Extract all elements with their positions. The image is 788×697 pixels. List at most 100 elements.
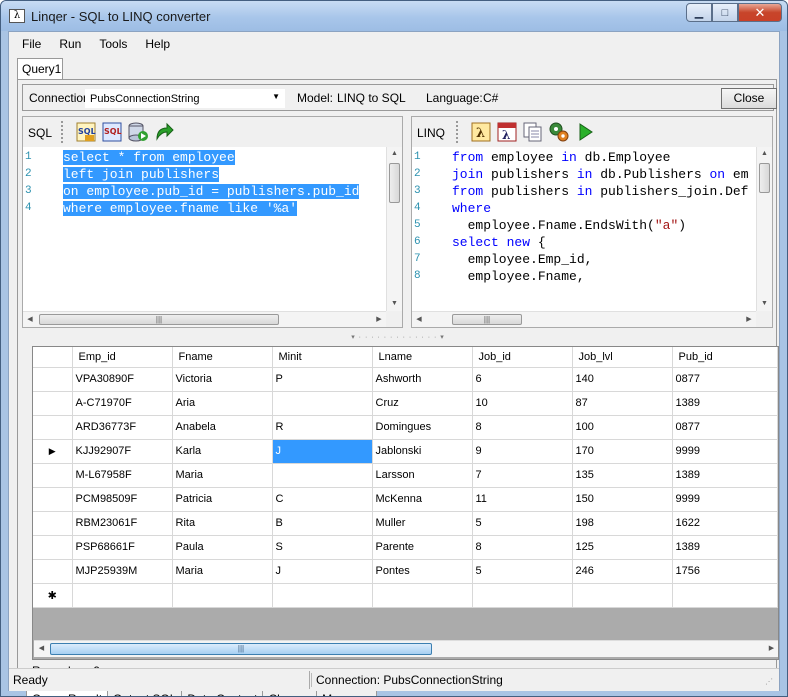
table-cell[interactable]: B xyxy=(272,511,373,536)
table-cell[interactable]: 10 xyxy=(472,391,573,416)
scroll-thumb[interactable]: ||| xyxy=(50,643,432,655)
table-row[interactable]: M-L67958F Maria Larsson 7 135 1389 xyxy=(33,463,778,488)
table-cell[interactable]: 11 xyxy=(472,487,573,512)
scroll-left-icon[interactable]: ◀ xyxy=(412,312,426,327)
maximize-button[interactable]: □ xyxy=(712,3,738,22)
convert-arrow-icon[interactable] xyxy=(153,121,175,143)
scroll-down-icon[interactable]: ▼ xyxy=(387,297,402,311)
table-cell[interactable]: 125 xyxy=(572,535,673,560)
scroll-thumb[interactable] xyxy=(389,163,400,203)
lambda-document-icon[interactable]: λ xyxy=(496,121,518,143)
new-row[interactable]: ✱ xyxy=(33,583,778,608)
table-cell[interactable]: RBM23061F xyxy=(72,511,173,536)
scroll-left-icon[interactable]: ◀ xyxy=(34,641,49,657)
column-header-fname[interactable]: Fname xyxy=(172,347,273,368)
row-header[interactable] xyxy=(33,415,73,440)
sql-code-area[interactable]: 1 2 3 4 select * from employee left join… xyxy=(23,149,386,315)
table-cell[interactable]: Cruz xyxy=(372,391,473,416)
table-cell[interactable]: 1622 xyxy=(672,511,778,536)
menu-tools[interactable]: Tools xyxy=(90,34,136,54)
table-cell[interactable]: Parente xyxy=(372,535,473,560)
table-cell[interactable]: ARD36773F xyxy=(72,415,173,440)
table-row[interactable]: PCM98509F Patricia C McKenna 11 150 9999 xyxy=(33,487,778,512)
new-row-icon[interactable]: ✱ xyxy=(33,583,73,608)
table-row[interactable]: RBM23061F Rita B Muller 5 198 1622 xyxy=(33,511,778,536)
column-header-emp-id[interactable]: Emp_id xyxy=(72,347,173,368)
table-cell[interactable]: PCM98509F xyxy=(72,487,173,512)
table-cell[interactable]: Larsson xyxy=(372,463,473,488)
table-cell[interactable]: Anabela xyxy=(172,415,273,440)
table-cell[interactable]: J xyxy=(272,559,373,584)
table-cell[interactable]: R xyxy=(272,415,373,440)
scroll-thumb[interactable] xyxy=(759,163,770,193)
table-cell[interactable]: 5 xyxy=(472,511,573,536)
table-row[interactable]: MJP25939M Maria J Pontes 5 246 1756 xyxy=(33,559,778,584)
table-cell[interactable]: 8 xyxy=(472,415,573,440)
title-bar[interactable]: λ Linqer - SQL to LINQ converter ▁ □ ✕ xyxy=(1,1,787,31)
sql-horizontal-scrollbar[interactable]: ◀ ||| ▶ xyxy=(23,311,386,327)
row-header[interactable] xyxy=(33,487,73,512)
scroll-up-icon[interactable]: ▲ xyxy=(757,147,772,161)
table-cell[interactable]: 0877 xyxy=(672,367,778,392)
scroll-left-icon[interactable]: ◀ xyxy=(23,312,37,327)
scroll-thumb[interactable]: ||| xyxy=(39,314,279,325)
table-cell[interactable]: 9999 xyxy=(672,439,778,464)
row-header[interactable] xyxy=(33,463,73,488)
table-cell[interactable]: Karla xyxy=(172,439,273,464)
table-cell[interactable]: 150 xyxy=(572,487,673,512)
menu-run[interactable]: Run xyxy=(50,34,90,54)
table-cell[interactable]: 8 xyxy=(472,535,573,560)
table-cell[interactable]: 87 xyxy=(572,391,673,416)
column-header-job-id[interactable]: Job_id xyxy=(472,347,573,368)
scroll-right-icon[interactable]: ▶ xyxy=(742,312,756,327)
table-cell[interactable]: Victoria xyxy=(172,367,273,392)
table-cell[interactable]: Paula xyxy=(172,535,273,560)
table-cell[interactable] xyxy=(372,583,473,608)
table-cell[interactable]: Patricia xyxy=(172,487,273,512)
table-cell[interactable] xyxy=(72,583,173,608)
column-header-pub-id[interactable]: Pub_id xyxy=(672,347,778,368)
table-cell[interactable] xyxy=(272,391,373,416)
run-play-icon[interactable] xyxy=(574,121,596,143)
lambda-icon[interactable]: λ xyxy=(470,121,492,143)
menu-file[interactable]: File xyxy=(13,34,50,54)
database-run-icon[interactable] xyxy=(127,121,149,143)
table-cell[interactable]: P xyxy=(272,367,373,392)
table-cell[interactable]: C xyxy=(272,487,373,512)
table-cell[interactable]: A-C71970F xyxy=(72,391,173,416)
scroll-right-icon[interactable]: ▶ xyxy=(372,312,386,327)
linq-vertical-scrollbar[interactable]: ▲ ▼ xyxy=(756,147,772,311)
table-cell[interactable]: Ashworth xyxy=(372,367,473,392)
table-cell[interactable]: 1389 xyxy=(672,535,778,560)
table-row[interactable]: PSP68661F Paula S Parente 8 125 1389 xyxy=(33,535,778,560)
row-header[interactable] xyxy=(33,559,73,584)
copy-icon[interactable] xyxy=(522,121,544,143)
table-cell[interactable]: 9 xyxy=(472,439,573,464)
table-cell[interactable]: 5 xyxy=(472,559,573,584)
resize-grip-icon[interactable]: ⋰ xyxy=(765,677,777,689)
column-header-lname[interactable]: Lname xyxy=(372,347,473,368)
table-cell[interactable]: 0877 xyxy=(672,415,778,440)
table-row[interactable]: VPA30890F Victoria P Ashworth 6 140 0877 xyxy=(33,367,778,392)
table-cell[interactable] xyxy=(672,583,778,608)
table-cell[interactable]: Maria xyxy=(172,463,273,488)
grid-horizontal-scrollbar[interactable]: ◀ ||| ▶ xyxy=(34,640,778,657)
linq-code-area[interactable]: 12345678 from employee in db.Employee joi… xyxy=(412,149,756,315)
table-cell[interactable]: PSP68661F xyxy=(72,535,173,560)
scroll-right-icon[interactable]: ▶ xyxy=(764,641,778,657)
table-cell[interactable]: 198 xyxy=(572,511,673,536)
table-cell[interactable]: MJP25939M xyxy=(72,559,173,584)
close-window-button[interactable]: ✕ xyxy=(738,3,782,22)
table-cell[interactable] xyxy=(572,583,673,608)
table-cell[interactable] xyxy=(272,463,373,488)
table-cell[interactable]: Aria xyxy=(172,391,273,416)
sql-document-icon[interactable]: SQL xyxy=(101,121,123,143)
table-cell[interactable]: M-L67958F xyxy=(72,463,173,488)
table-cell[interactable]: 7 xyxy=(472,463,573,488)
table-cell[interactable]: 1389 xyxy=(672,463,778,488)
table-cell[interactable]: Muller xyxy=(372,511,473,536)
scroll-thumb[interactable]: ||| xyxy=(452,314,522,325)
table-cell[interactable]: 1389 xyxy=(672,391,778,416)
table-cell[interactable]: 170 xyxy=(572,439,673,464)
row-header[interactable] xyxy=(33,367,73,392)
